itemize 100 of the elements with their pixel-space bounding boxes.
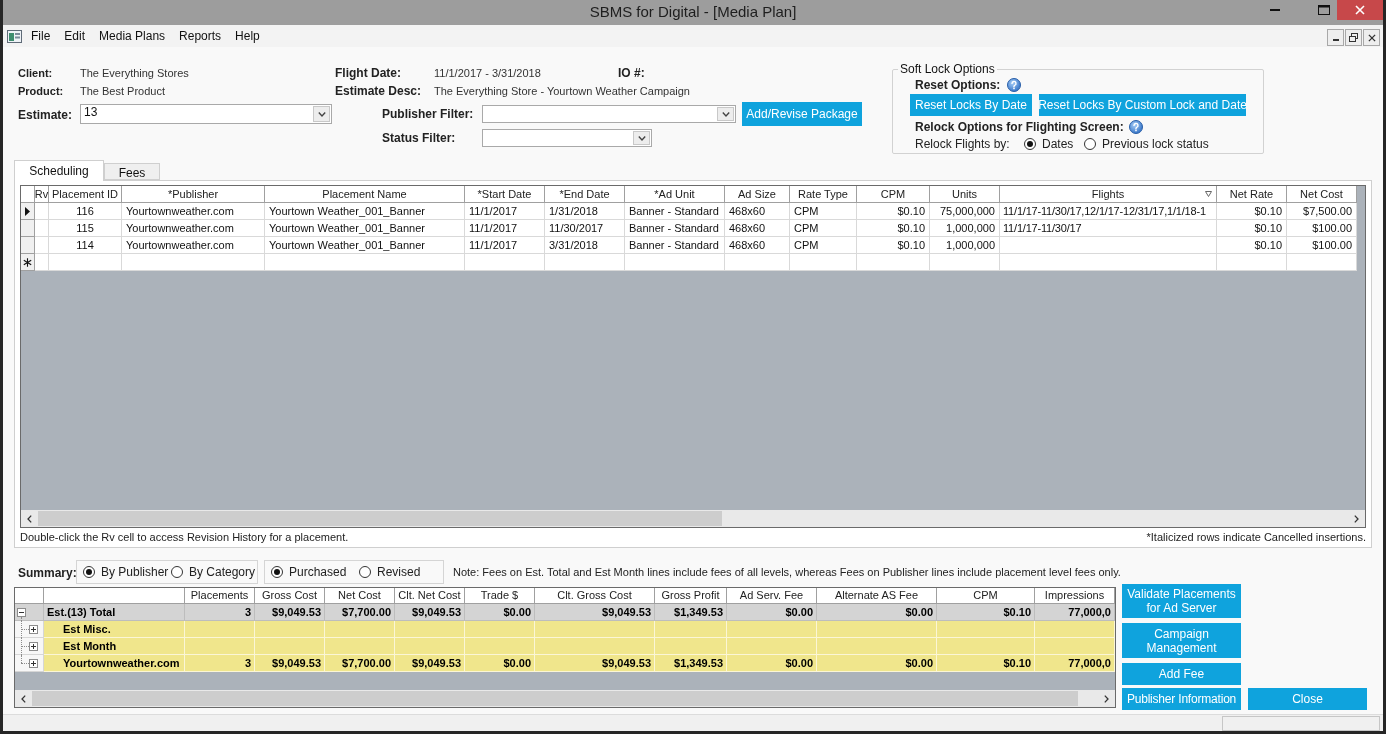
legend-text: *Italicized rows indicate Cancelled insertions.	[1146, 530, 1366, 546]
summary-label: Summary:	[18, 565, 76, 582]
column-header[interactable]: *End Date	[545, 186, 625, 203]
minus-icon[interactable]	[17, 608, 26, 617]
table-cell: $0.00	[817, 655, 937, 672]
radio-option[interactable]: Previous lock status	[1084, 135, 1209, 153]
column-header[interactable]: Placement Name	[265, 186, 465, 203]
table-cell: $0.10	[937, 604, 1035, 621]
field-label: Relock Flights by:	[915, 136, 1011, 153]
field-label: Status Filter:	[382, 130, 457, 147]
column-header[interactable]: Gross Cost	[255, 588, 325, 604]
table-cell: $9,049.53	[395, 655, 465, 672]
table-cell	[1287, 254, 1357, 271]
field-label: Estimate:	[18, 107, 74, 124]
radio-option[interactable]: By Publisher	[83, 563, 171, 581]
menu-item[interactable]: File	[24, 26, 58, 46]
table-cell: Banner - Standard	[625, 203, 725, 220]
table-cell: 114	[49, 237, 122, 254]
filter-icon[interactable]	[1205, 191, 1212, 197]
restore-icon	[1349, 33, 1358, 42]
chevron-left-icon[interactable]	[21, 694, 26, 703]
column-header[interactable]: CPM	[937, 588, 1035, 604]
table-cell: $1,349.53	[655, 604, 727, 621]
field-value: 11/1/2017 - 3/31/2018	[434, 65, 542, 81]
help-icon[interactable]	[1128, 120, 1143, 134]
minimize-button[interactable]	[1327, 29, 1344, 46]
column-header[interactable]: Placements	[185, 588, 255, 604]
column-header[interactable]: Units	[930, 186, 1000, 203]
chevron-right-icon[interactable]	[1354, 514, 1359, 523]
table-cell	[185, 621, 255, 638]
radio-option[interactable]: By Category	[171, 563, 256, 581]
menu-item[interactable]: Media Plans	[92, 26, 173, 46]
column-header[interactable]: Alternate AS Fee	[817, 588, 937, 604]
column-header[interactable]: Clt. Net Cost	[395, 588, 465, 604]
plus-icon[interactable]	[29, 659, 38, 668]
table-cell: $0.10	[857, 237, 930, 254]
plus-icon[interactable]	[29, 642, 38, 651]
column-header[interactable]: Placement ID	[49, 186, 122, 203]
column-header[interactable]: Gross Profit	[655, 588, 727, 604]
column-header[interactable]: Net Cost	[1287, 186, 1357, 203]
column-header[interactable]: Flights	[1000, 186, 1217, 203]
field-label: Publisher Filter:	[382, 106, 475, 123]
plus-icon[interactable]	[29, 625, 38, 634]
window-icon[interactable]	[7, 29, 22, 43]
table-cell	[35, 220, 49, 237]
table-cell: $100.00	[1287, 220, 1357, 237]
table-cell: $0.10	[937, 655, 1035, 672]
chevron-left-icon[interactable]	[27, 514, 32, 523]
horizontal-scrollbar[interactable]	[15, 690, 1115, 707]
menu-item[interactable]: Reports	[172, 26, 229, 46]
chevron-down-icon	[317, 111, 326, 117]
chevron-down-icon	[721, 111, 730, 117]
chevron-right-icon[interactable]	[1104, 694, 1109, 703]
column-header[interactable]: Ad Serv. Fee	[727, 588, 817, 604]
table-cell: 3/31/2018	[545, 237, 625, 254]
scrollbar-thumb[interactable]	[38, 511, 722, 526]
table-cell	[185, 638, 255, 655]
table-cell: 468x60	[725, 220, 790, 237]
help-icon[interactable]	[1007, 78, 1022, 92]
column-header[interactable]: Trade $	[465, 588, 535, 604]
radio-option[interactable]: Purchased	[271, 563, 359, 581]
table-cell	[325, 621, 395, 638]
column-header[interactable]: *Ad Unit	[625, 186, 725, 203]
table-cell	[35, 237, 49, 254]
menu-item[interactable]: Edit	[57, 26, 93, 46]
horizontal-scrollbar[interactable]	[21, 510, 1365, 527]
row-header[interactable]	[21, 254, 35, 271]
radio-option[interactable]: Revised	[359, 563, 421, 581]
tab[interactable]: Scheduling	[14, 160, 104, 181]
restore-button[interactable]	[1345, 29, 1362, 46]
group-title: Soft Lock Options	[899, 62, 996, 76]
column-header[interactable]: Net Rate	[1217, 186, 1287, 203]
table-cell	[655, 621, 727, 638]
column-header[interactable]	[44, 588, 185, 604]
column-header[interactable]: *Start Date	[465, 186, 545, 203]
section-label: Relock Options for Flighting Screen:	[915, 119, 1124, 136]
table-cell	[465, 638, 535, 655]
column-header[interactable]: Ad Size	[725, 186, 790, 203]
table-cell: $0.00	[817, 604, 937, 621]
table-cell: Banner - Standard	[625, 220, 725, 237]
table-cell: $9,049.53	[255, 604, 325, 621]
tab[interactable]: Fees	[104, 163, 160, 180]
table-cell: $9,049.53	[395, 604, 465, 621]
column-header[interactable]: Impressions	[1035, 588, 1115, 604]
scrollbar-thumb[interactable]	[32, 691, 1078, 706]
close-button[interactable]	[1363, 29, 1380, 46]
column-header[interactable]: Rate Type	[790, 186, 857, 203]
table-cell	[395, 621, 465, 638]
column-header[interactable]: Clt. Gross Cost	[535, 588, 655, 604]
table-cell: 3	[185, 655, 255, 672]
table-cell: $9,049.53	[535, 604, 655, 621]
column-header[interactable]: Rv	[35, 186, 49, 203]
row-header[interactable]	[21, 203, 35, 220]
column-header[interactable]: Net Cost	[325, 588, 395, 604]
table-cell	[255, 621, 325, 638]
estimate-dropdown[interactable]: 13	[80, 104, 332, 124]
column-header[interactable]: *Publisher	[122, 186, 265, 203]
menu-item[interactable]: Help	[228, 26, 267, 46]
radio-option[interactable]: Dates	[1024, 135, 1084, 153]
column-header[interactable]: CPM	[857, 186, 930, 203]
